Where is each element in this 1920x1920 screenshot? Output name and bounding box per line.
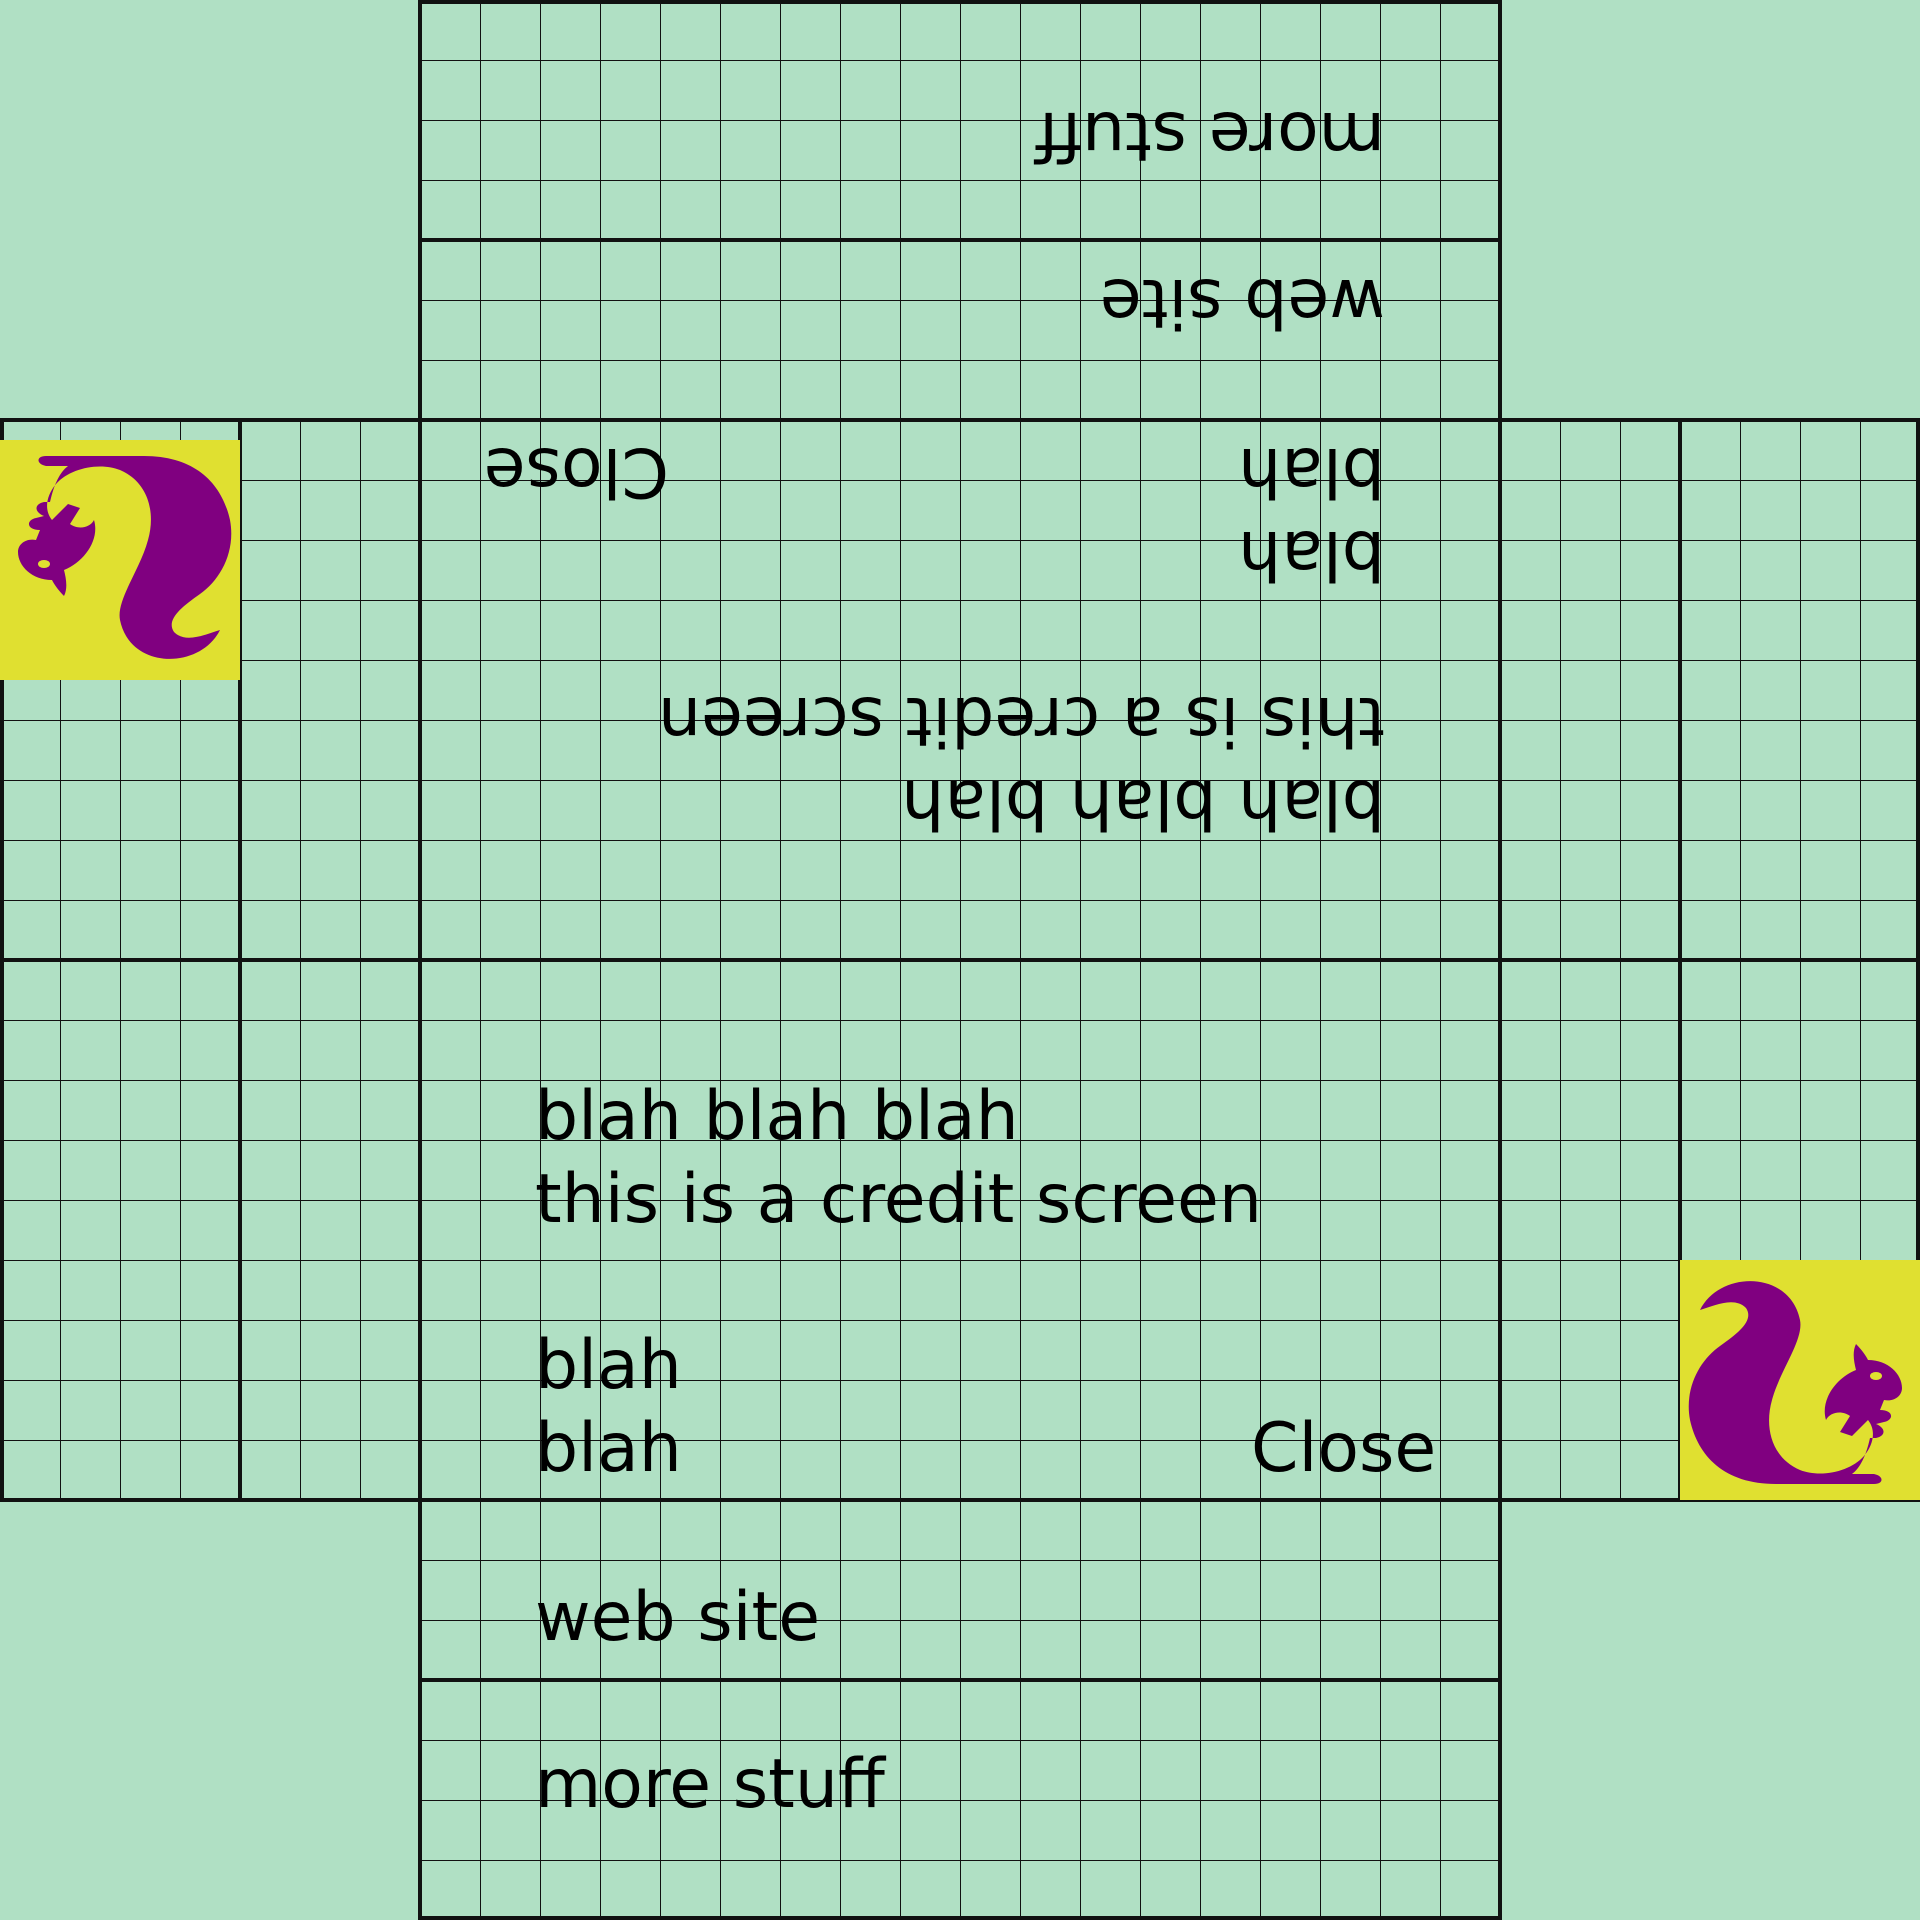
credit-panel-flipped: blah blah blah this is a credit screen b… (420, 0, 1500, 960)
squirrel-tile (0, 440, 240, 680)
more-stuff-link[interactable]: more stuff (535, 1743, 885, 1826)
credit-intro-line-2: this is a credit screen (658, 681, 1385, 760)
credit-intro-line-1: blah blah blah (535, 1077, 1019, 1156)
credit-body-line-1: blah (1238, 515, 1385, 594)
website-link[interactable]: web site (535, 1576, 820, 1659)
credit-body-line-2: blah (1238, 432, 1385, 511)
close-button[interactable]: Close (484, 430, 669, 513)
squirrel-tile (1680, 1260, 1920, 1500)
squirrel-icon (1688, 1281, 1902, 1484)
divider (418, 1678, 1502, 1682)
bottom-strip (420, 1500, 1500, 1920)
credit-body-line-2: blah (535, 1409, 682, 1488)
squirrel-icon (18, 456, 232, 659)
credit-intro-line-2: this is a credit screen (535, 1160, 1262, 1239)
website-link[interactable]: web site (1100, 261, 1385, 344)
divider (0, 1498, 1920, 1502)
close-button[interactable]: Close (1251, 1407, 1436, 1490)
more-stuff-link[interactable]: more stuff (1035, 94, 1385, 177)
credit-body-line-1: blah (535, 1326, 682, 1405)
credit-intro-line-1: blah blah blah (901, 764, 1385, 843)
divider (418, 1916, 1502, 1920)
